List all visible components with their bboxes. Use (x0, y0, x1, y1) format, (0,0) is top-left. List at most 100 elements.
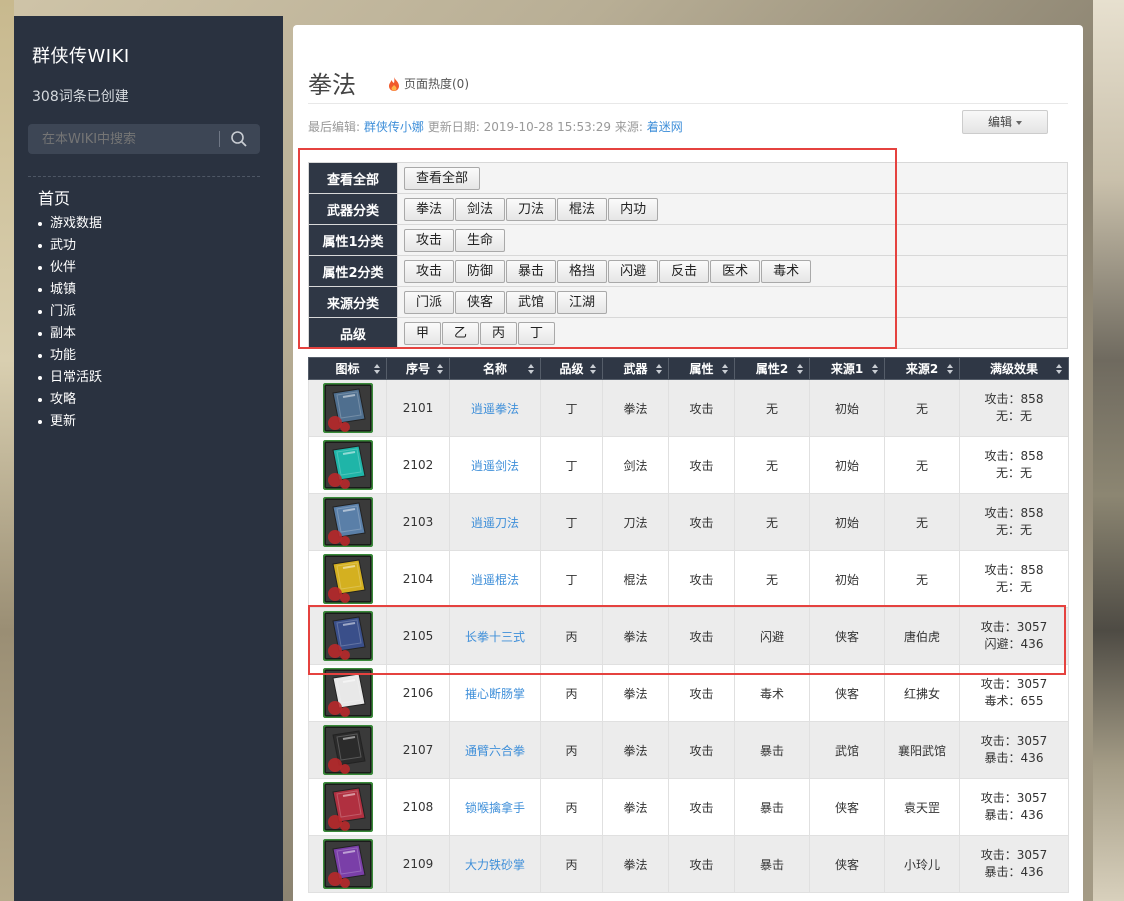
filter-button[interactable]: 防御 (455, 259, 506, 283)
skill-name-link[interactable]: 锁喉擒拿手 (465, 801, 525, 815)
skill-name-link-cell: 长拳十三式 (449, 607, 541, 665)
last-edit-user-link[interactable]: 群侠传小娜 (364, 120, 424, 134)
skill-name-link[interactable]: 逍遥拳法 (471, 402, 519, 416)
filter-button[interactable]: 甲 (404, 321, 442, 345)
nav-item[interactable]: 更新 (38, 411, 265, 433)
skill-book-icon (322, 611, 373, 661)
filter-button[interactable]: 江湖 (557, 290, 608, 314)
filter-button[interactable]: 乙 (442, 321, 480, 345)
filter-button[interactable]: 刀法 (506, 197, 557, 221)
max-effect-line: 无：无 (995, 466, 1032, 480)
skill-grade: 丙 (565, 800, 578, 815)
nav-item[interactable]: 武功 (38, 235, 265, 257)
sort-icon[interactable] (374, 364, 380, 374)
skill-attr: 攻击 (689, 686, 714, 701)
filter-button[interactable]: 毒术 (761, 259, 812, 283)
column-header[interactable]: 图标 (308, 357, 387, 380)
filter-button[interactable]: 门派 (404, 290, 455, 314)
search-input[interactable] (28, 124, 218, 154)
update-date: 2019-10-28 15:53:29 (483, 120, 612, 134)
nav-item[interactable]: 游戏数据 (38, 213, 265, 235)
filter-button[interactable]: 生命 (455, 228, 506, 252)
nav-item[interactable]: 功能 (38, 345, 265, 367)
sort-icon[interactable] (656, 364, 662, 374)
icon-cell (308, 664, 387, 722)
filter-button[interactable]: 攻击 (404, 228, 455, 252)
filter-button[interactable]: 丁 (518, 321, 556, 345)
sort-icon[interactable] (437, 364, 443, 374)
filter-button[interactable]: 内功 (608, 197, 659, 221)
edit-button-label: 编辑 (987, 115, 1012, 129)
filter-button[interactable]: 攻击 (404, 259, 455, 283)
skill-id-cell: 2109 (386, 835, 450, 893)
column-header-label: 品级 (559, 362, 584, 376)
column-header[interactable]: 序号 (386, 357, 450, 380)
sort-icon[interactable] (590, 364, 596, 374)
edit-button[interactable]: 编辑 (962, 110, 1048, 134)
filter-label: 武器分类 (308, 193, 398, 225)
filter-button[interactable]: 查看全部 (404, 166, 481, 190)
skill-name-link[interactable]: 摧心断肠掌 (465, 687, 525, 701)
filter-button[interactable]: 侠客 (455, 290, 506, 314)
sort-icon[interactable] (797, 364, 803, 374)
column-header[interactable]: 来源2 (884, 357, 960, 380)
skill-attr2-cell: 闪避 (734, 607, 810, 665)
nav-item[interactable]: 日常活跃 (38, 367, 265, 389)
skill-source2: 无 (915, 515, 928, 530)
skill-name-link-cell: 大力铁砂掌 (449, 835, 541, 893)
column-header[interactable]: 属性2 (734, 357, 810, 380)
skill-name-link[interactable]: 逍遥剑法 (471, 459, 519, 473)
column-header[interactable]: 满级效果 (959, 357, 1069, 380)
skill-book-icon (322, 668, 373, 718)
filter-button[interactable]: 拳法 (404, 197, 455, 221)
table-row: 2107 通臂六合拳 丙 拳法 攻击 暴击 武馆 襄阳武馆 攻击：3057 暴击：436 (308, 721, 1069, 779)
skill-name-link-cell: 逍遥棍法 (449, 550, 541, 608)
max-effect-line: 攻击：3057 (980, 620, 1048, 634)
column-header-label: 来源1 (830, 362, 864, 376)
filter-button[interactable]: 丙 (480, 321, 518, 345)
sort-icon[interactable] (947, 364, 953, 374)
column-header[interactable]: 品级 (540, 357, 603, 380)
skill-name-link[interactable]: 长拳十三式 (465, 630, 525, 644)
filter-button[interactable]: 反击 (659, 259, 710, 283)
filter-button[interactable]: 闪避 (608, 259, 659, 283)
skill-id: 2104 (402, 572, 434, 586)
skill-name-link[interactable]: 逍遥棍法 (471, 573, 519, 587)
column-header[interactable]: 名称 (449, 357, 541, 380)
skill-weapon-cell: 拳法 (602, 778, 669, 836)
column-header[interactable]: 来源1 (809, 357, 885, 380)
skill-id: 2107 (402, 743, 434, 757)
nav-item[interactable]: 伙伴 (38, 257, 265, 279)
filter-button[interactable]: 医术 (710, 259, 761, 283)
skill-grade-cell: 丁 (540, 493, 603, 551)
column-header[interactable]: 武器 (602, 357, 669, 380)
sort-icon[interactable] (722, 364, 728, 374)
skill-source2: 无 (915, 572, 928, 587)
skill-source2-cell: 无 (884, 550, 960, 608)
skill-grade: 丙 (565, 629, 578, 644)
skill-id: 2105 (402, 629, 434, 643)
nav-item[interactable]: 攻略 (38, 389, 265, 411)
skill-grade-cell: 丙 (540, 835, 603, 893)
sort-icon[interactable] (528, 364, 534, 374)
skill-name-link[interactable]: 通臂六合拳 (465, 744, 525, 758)
skill-attr2: 毒术 (759, 686, 784, 701)
filter-button[interactable]: 格挡 (557, 259, 608, 283)
column-header-label: 名称 (482, 362, 507, 376)
filter-button[interactable]: 武馆 (506, 290, 557, 314)
column-header[interactable]: 属性 (668, 357, 735, 380)
wiki-title[interactable]: 群侠传WIKI (32, 42, 265, 68)
nav-item[interactable]: 城镇 (38, 279, 265, 301)
source-link[interactable]: 着迷网 (647, 120, 683, 134)
filter-button[interactable]: 暴击 (506, 259, 557, 283)
skill-name-link[interactable]: 逍遥刀法 (471, 516, 519, 530)
sort-icon[interactable] (872, 364, 878, 374)
nav-item[interactable]: 门派 (38, 301, 265, 323)
nav-home[interactable]: 首页 (32, 185, 265, 209)
filter-button[interactable]: 剑法 (455, 197, 506, 221)
sort-icon[interactable] (1056, 364, 1062, 374)
filter-button[interactable]: 棍法 (557, 197, 608, 221)
skill-name-link[interactable]: 大力铁砂掌 (465, 858, 525, 872)
nav-item[interactable]: 副本 (38, 323, 265, 345)
search-icon[interactable] (230, 130, 248, 148)
